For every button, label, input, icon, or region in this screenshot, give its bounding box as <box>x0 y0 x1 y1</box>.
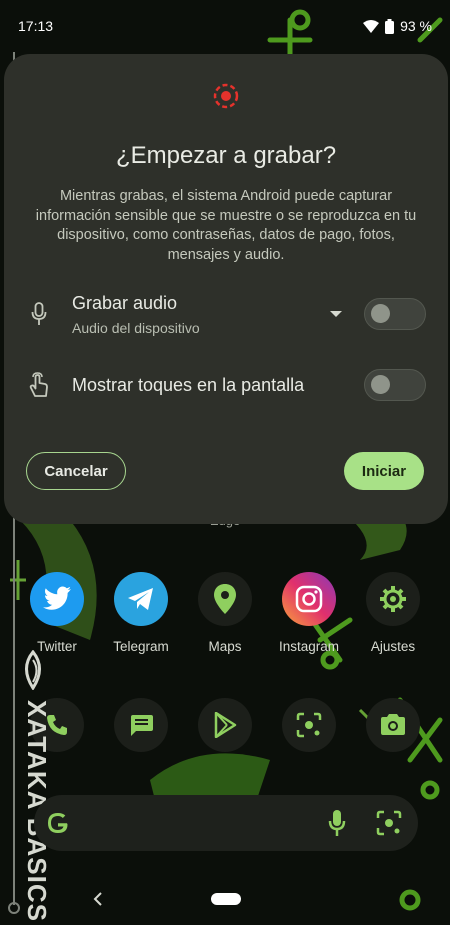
app-label-instagram: Instagram <box>278 639 340 654</box>
twitter-icon[interactable] <box>30 572 84 626</box>
screen-record-icon <box>213 83 239 109</box>
show-touches-toggle[interactable] <box>364 369 426 401</box>
instagram-icon[interactable] <box>282 572 336 626</box>
messages-icon[interactable] <box>114 698 168 752</box>
audio-source-dropdown-icon[interactable] <box>330 311 342 317</box>
battery-level: 93 % <box>400 18 432 34</box>
status-icons: 93 % <box>363 18 432 34</box>
mic-icon[interactable] <box>328 809 346 837</box>
camera-icon[interactable] <box>366 698 420 752</box>
lens-search-icon[interactable] <box>376 810 402 836</box>
show-touches-row[interactable]: Mostrar toques en la pantalla <box>26 360 426 410</box>
cancel-button[interactable]: Cancelar <box>26 452 126 490</box>
record-audio-label: Grabar audio <box>72 292 178 313</box>
touch-icon <box>26 372 52 398</box>
audio-source-label[interactable]: Audio del dispositivo <box>72 320 330 336</box>
record-audio-toggle[interactable] <box>364 298 426 330</box>
app-label-telegram: Telegram <box>113 639 169 654</box>
google-icon <box>48 813 68 833</box>
record-audio-row[interactable]: Grabar audio Audio del dispositivo <box>26 289 426 339</box>
clock: 17:13 <box>18 18 54 34</box>
search-bar[interactable] <box>34 795 418 851</box>
back-icon[interactable] <box>92 892 104 906</box>
app-label-maps: Maps <box>208 639 242 654</box>
dialog-body: Mientras grabas, el sistema Android pued… <box>35 188 417 263</box>
dialog-title: ¿Empezar a grabar? <box>115 142 337 169</box>
battery-icon <box>385 18 395 34</box>
maps-icon[interactable] <box>198 572 252 626</box>
telegram-icon[interactable] <box>114 572 168 626</box>
start-button[interactable]: Iniciar <box>344 452 424 490</box>
nav-bar <box>0 880 450 920</box>
lens-icon[interactable] <box>282 698 336 752</box>
app-label-ajustes: Ajustes <box>370 639 416 654</box>
mic-icon <box>26 301 52 327</box>
settings-icon[interactable] <box>366 572 420 626</box>
screen-record-dialog: ¿Empezar a grabar? Mientras grabas, el s… <box>4 54 448 524</box>
play-store-icon[interactable] <box>198 698 252 752</box>
show-touches-label: Mostrar toques en la pantalla <box>72 374 305 395</box>
wifi-icon <box>363 19 380 33</box>
home-handle[interactable] <box>211 893 241 905</box>
status-bar: 17:13 93 % <box>0 0 450 52</box>
watermark-logo-icon <box>25 650 41 690</box>
